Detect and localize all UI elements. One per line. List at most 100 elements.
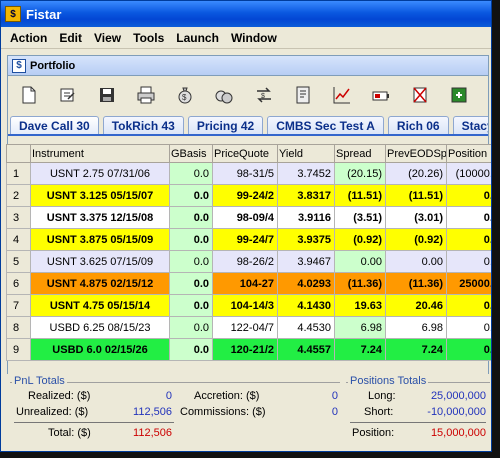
cell-spread[interactable]: 6.98 xyxy=(334,316,386,339)
title-bar[interactable]: $ Fistar xyxy=(1,1,491,27)
column-header-gbasis[interactable]: GBasis xyxy=(169,144,213,163)
cell-instrument[interactable]: USNT 3.875 05/15/09 xyxy=(30,228,170,251)
row-number[interactable]: 4 xyxy=(6,228,31,251)
table-row[interactable]: 1 USNT 2.75 07/31/06 0.0 98-31/5 3.7452 (20.1… xyxy=(6,162,491,185)
print-icon[interactable] xyxy=(136,84,157,106)
cell-instrument[interactable]: USBD 6.25 08/15/23 xyxy=(30,316,170,339)
cell-position[interactable]: 0.0 xyxy=(446,206,491,229)
export-green-icon[interactable] xyxy=(449,84,470,106)
table-row[interactable]: 4 USNT 3.875 05/15/09 0.0 99-24/7 3.9375 (0.9… xyxy=(6,228,491,251)
cell-instrument[interactable]: USNT 3.625 07/15/09 xyxy=(30,250,170,273)
column-header-preveodsp[interactable]: PrevEODSp xyxy=(385,144,447,163)
cell-gbasis[interactable]: 0.0 xyxy=(169,294,213,317)
cell-prev[interactable]: 0.00 xyxy=(385,250,447,273)
table-row[interactable]: 8 USBD 6.25 08/15/23 0.0 122-04/7 4.4530 6.98… xyxy=(6,316,491,339)
cell-yield[interactable]: 3.9116 xyxy=(277,206,335,229)
cell-spread[interactable]: (20.15) xyxy=(334,162,386,185)
cell-instrument[interactable]: USNT 2.75 07/31/06 xyxy=(30,162,170,185)
cell-price[interactable]: 122-04/7 xyxy=(212,316,278,339)
new-document-icon[interactable] xyxy=(18,84,39,106)
row-number[interactable]: 7 xyxy=(6,294,31,317)
cell-price[interactable]: 98-31/5 xyxy=(212,162,278,185)
cell-position[interactable]: (10000.0 xyxy=(446,162,491,185)
portfolio-title-bar[interactable]: $ Portfolio xyxy=(8,56,488,76)
cell-instrument[interactable]: USNT 4.875 02/15/12 xyxy=(30,272,170,295)
cell-price[interactable]: 99-24/2 xyxy=(212,184,278,207)
menu-window[interactable]: Window xyxy=(231,31,277,45)
cell-gbasis[interactable]: 0.0 xyxy=(169,316,213,339)
cell-yield[interactable]: 3.9375 xyxy=(277,228,335,251)
cell-spread[interactable]: (0.92) xyxy=(334,228,386,251)
report-icon[interactable] xyxy=(292,84,313,106)
row-number[interactable]: 6 xyxy=(6,272,31,295)
cell-spread[interactable]: 0.00 xyxy=(334,250,386,273)
cell-yield[interactable]: 3.9467 xyxy=(277,250,335,273)
cell-price[interactable]: 98-26/2 xyxy=(212,250,278,273)
cell-position[interactable]: 0.0 xyxy=(446,338,491,361)
cell-spread[interactable]: 19.63 xyxy=(334,294,386,317)
cell-prev[interactable]: 6.98 xyxy=(385,316,447,339)
cell-position[interactable]: 25000.0 xyxy=(446,272,491,295)
cell-gbasis[interactable]: 0.0 xyxy=(169,162,213,185)
cell-price[interactable]: 99-24/7 xyxy=(212,228,278,251)
table-row[interactable]: 7 USNT 4.75 05/15/14 0.0 104-14/3 4.1430 19.6… xyxy=(6,294,491,317)
cell-instrument[interactable]: USNT 3.375 12/15/08 xyxy=(30,206,170,229)
tab-stacy-17[interactable]: Stacy 17 xyxy=(452,116,488,134)
menu-view[interactable]: View xyxy=(94,31,121,45)
cell-gbasis[interactable]: 0.0 xyxy=(169,272,213,295)
cell-prev[interactable]: 7.24 xyxy=(385,338,447,361)
chart-icon[interactable] xyxy=(331,84,352,106)
column-header-position[interactable]: Position xyxy=(446,144,491,163)
cell-price[interactable]: 104-27 xyxy=(212,272,278,295)
cell-position[interactable]: 0.0 xyxy=(446,250,491,273)
tab-dave-call-30[interactable]: Dave Call 30 xyxy=(10,116,99,134)
save-icon[interactable] xyxy=(96,84,117,106)
cell-price[interactable]: 98-09/4 xyxy=(212,206,278,229)
cell-yield[interactable]: 3.7452 xyxy=(277,162,335,185)
row-number[interactable]: 2 xyxy=(6,184,31,207)
cell-prev[interactable]: (11.36) xyxy=(385,272,447,295)
menu-launch[interactable]: Launch xyxy=(176,31,219,45)
cell-yield[interactable]: 3.8317 xyxy=(277,184,335,207)
cell-instrument[interactable]: USNT 4.75 05/15/14 xyxy=(30,294,170,317)
cell-prev[interactable]: 20.46 xyxy=(385,294,447,317)
cell-price[interactable]: 120-21/2 xyxy=(212,338,278,361)
cell-gbasis[interactable]: 0.0 xyxy=(169,228,213,251)
cell-prev[interactable]: (11.51) xyxy=(385,184,447,207)
cell-spread[interactable]: (11.51) xyxy=(334,184,386,207)
no-entry-icon[interactable] xyxy=(410,84,431,106)
table-row[interactable]: 2 USNT 3.125 05/15/07 0.0 99-24/2 3.8317 (11.… xyxy=(6,184,491,207)
cell-prev[interactable]: (3.01) xyxy=(385,206,447,229)
column-header-spread[interactable]: Spread xyxy=(334,144,386,163)
column-header-pricequote[interactable]: PriceQuote xyxy=(212,144,278,163)
table-row[interactable]: 5 USNT 3.625 07/15/09 0.0 98-26/2 3.9467 0.00… xyxy=(6,250,491,273)
cell-spread[interactable]: (11.36) xyxy=(334,272,386,295)
cell-gbasis[interactable]: 0.0 xyxy=(169,184,213,207)
tab-tokrich-43[interactable]: TokRich 43 xyxy=(102,116,184,134)
menu-edit[interactable]: Edit xyxy=(59,31,82,45)
cell-gbasis[interactable]: 0.0 xyxy=(169,206,213,229)
cell-position[interactable]: 0.0 xyxy=(446,184,491,207)
cell-price[interactable]: 104-14/3 xyxy=(212,294,278,317)
cell-yield[interactable]: 4.4530 xyxy=(277,316,335,339)
row-number[interactable]: 5 xyxy=(6,250,31,273)
table-row[interactable]: 6 USNT 4.875 02/15/12 0.0 104-27 4.0293 (11.3… xyxy=(6,272,491,295)
row-number[interactable]: 9 xyxy=(6,338,31,361)
menu-action[interactable]: Action xyxy=(10,31,47,45)
cell-prev[interactable]: (20.26) xyxy=(385,162,447,185)
menu-tools[interactable]: Tools xyxy=(133,31,164,45)
cell-yield[interactable]: 4.0293 xyxy=(277,272,335,295)
row-number[interactable]: 3 xyxy=(6,206,31,229)
tab-pricing-42[interactable]: Pricing 42 xyxy=(187,116,264,134)
cell-spread[interactable]: (3.51) xyxy=(334,206,386,229)
cell-position[interactable]: 0.0 xyxy=(446,316,491,339)
cell-instrument[interactable]: USBD 6.0 02/15/26 xyxy=(30,338,170,361)
cell-yield[interactable]: 4.4557 xyxy=(277,338,335,361)
tab-cmbs-sec-test-a[interactable]: CMBS Sec Test A xyxy=(267,116,384,134)
tab-rich-06[interactable]: Rich 06 xyxy=(387,116,449,134)
cell-prev[interactable]: (0.92) xyxy=(385,228,447,251)
column-header-instrument[interactable]: Instrument xyxy=(30,144,170,163)
cell-gbasis[interactable]: 0.0 xyxy=(169,250,213,273)
row-number[interactable]: 8 xyxy=(6,316,31,339)
cell-position[interactable]: 0.0 xyxy=(446,294,491,317)
